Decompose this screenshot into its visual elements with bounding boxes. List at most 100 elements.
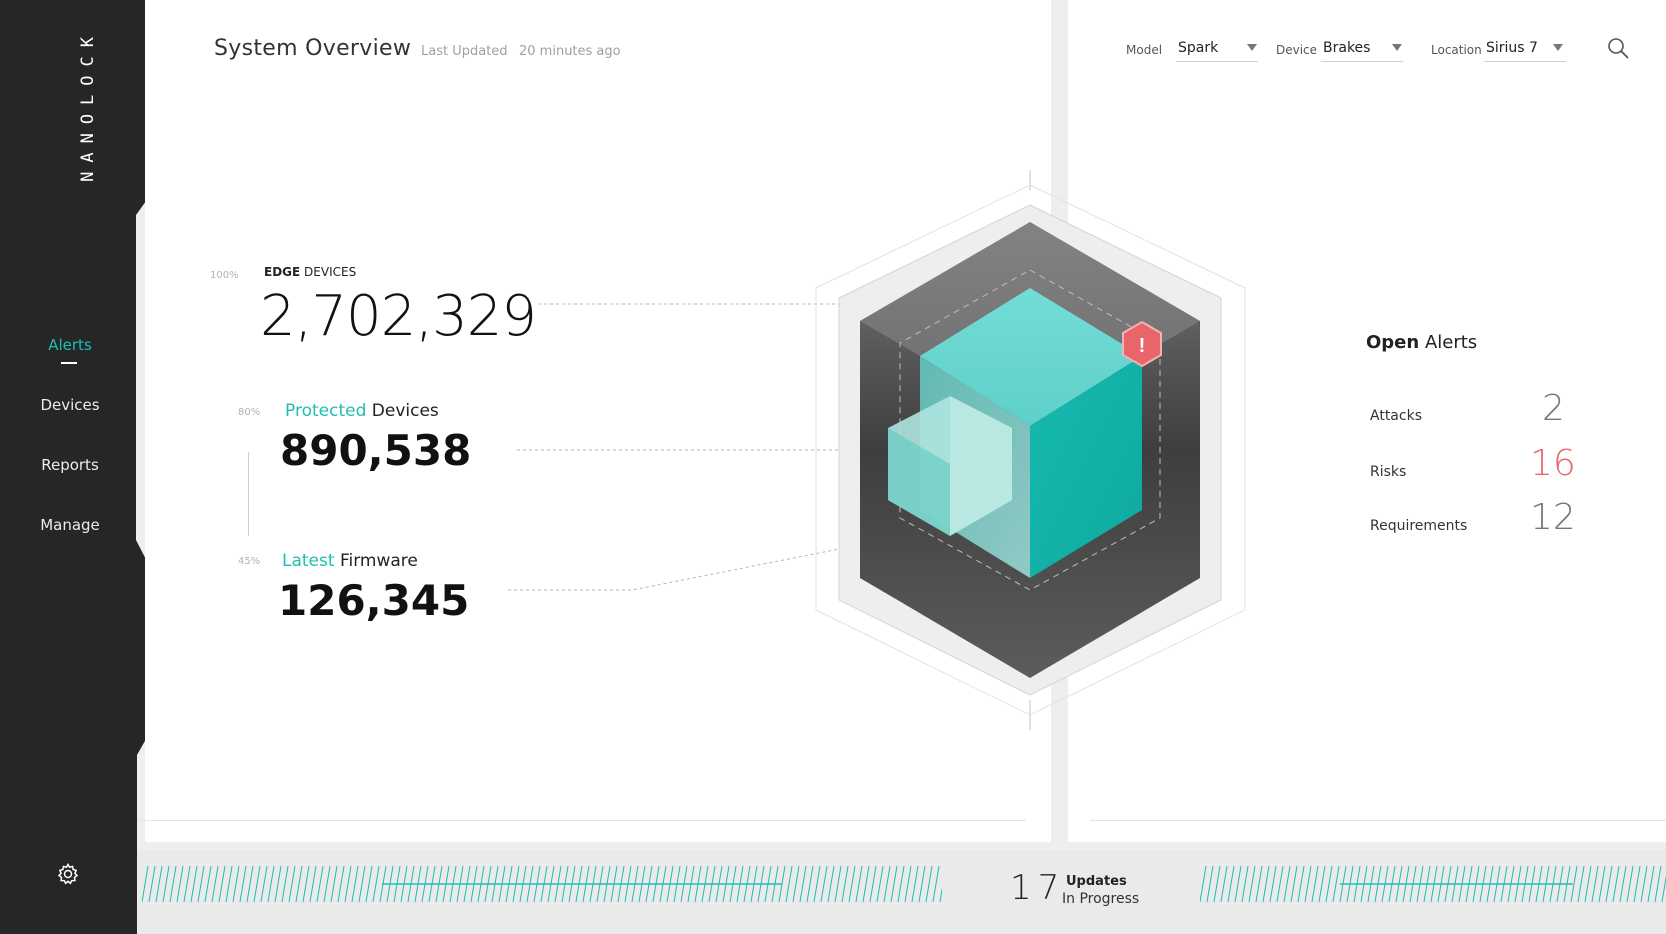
tick-mark (197, 866, 205, 903)
tick-mark (785, 866, 793, 903)
progress-ticks-right (1200, 866, 1666, 903)
tick-mark (813, 866, 821, 903)
alerts-title-bold: Open (1366, 332, 1420, 353)
updates-title: Updates (1066, 874, 1127, 889)
tick-mark (1325, 866, 1333, 903)
attacks-label[interactable]: Attacks (1370, 408, 1422, 424)
tick-mark (1626, 866, 1634, 903)
tick-mark (876, 866, 884, 903)
tick-mark (1206, 866, 1214, 903)
updates-subtitle: In Progress (1062, 891, 1140, 907)
alerts-title-rest: Alerts (1419, 332, 1478, 353)
tick-mark (1332, 866, 1340, 903)
tick-mark (1647, 866, 1655, 903)
tick-mark (1276, 866, 1284, 903)
tick-mark (792, 866, 800, 903)
tick-mark (155, 866, 163, 903)
tick-mark (1318, 866, 1326, 903)
tick-mark (911, 866, 919, 903)
tick-mark (225, 866, 233, 903)
tick-mark (834, 866, 842, 903)
tick-mark (1269, 866, 1277, 903)
risks-count[interactable]: 16 (1530, 443, 1576, 484)
tick-mark (939, 886, 942, 903)
tick-mark (239, 866, 247, 903)
warning-glyph: ! (1139, 335, 1146, 357)
tick-mark (799, 866, 807, 903)
tick-mark (1633, 866, 1641, 903)
tick-mark (246, 866, 254, 903)
tick-mark (918, 866, 926, 903)
tick-mark (862, 866, 870, 903)
tick-mark (827, 866, 835, 903)
tick-mark (365, 866, 373, 903)
tick-mark (344, 866, 352, 903)
open-alerts-title: Open Alerts (1366, 332, 1477, 353)
tick-mark (162, 866, 170, 903)
tick-mark (1262, 866, 1270, 903)
tick-mark (1605, 866, 1613, 903)
requirements-label[interactable]: Requirements (1370, 518, 1467, 534)
tick-mark (337, 866, 345, 903)
tick-mark (1255, 866, 1263, 903)
attacks-count[interactable]: 2 (1542, 388, 1565, 429)
tick-mark (848, 866, 856, 903)
tick-mark (1654, 866, 1662, 903)
tick-mark (190, 866, 198, 903)
tick-mark (1234, 866, 1242, 903)
tick-mark (309, 866, 317, 903)
tick-mark (253, 866, 261, 903)
tick-mark (267, 866, 275, 903)
risks-label[interactable]: Risks (1370, 464, 1406, 480)
tick-mark (897, 866, 905, 903)
tick-mark (142, 866, 149, 903)
tick-mark (281, 866, 289, 903)
tick-mark (1241, 866, 1249, 903)
tick-mark (358, 866, 366, 903)
tick-mark (232, 866, 240, 903)
tick-mark (841, 866, 849, 903)
tick-mark (890, 866, 898, 903)
tick-mark (323, 866, 331, 903)
tick-mark (1619, 866, 1627, 903)
tick-mark (148, 866, 156, 903)
tick-mark (1612, 866, 1620, 903)
tick-mark (1577, 866, 1585, 903)
tick-mark (925, 866, 933, 903)
tick-mark (1220, 866, 1228, 903)
tick-mark (183, 866, 191, 903)
requirements-count[interactable]: 12 (1530, 497, 1576, 538)
tick-mark (1591, 866, 1599, 903)
tick-mark (176, 866, 184, 903)
tick-mark (1200, 866, 1207, 903)
tick-mark (260, 866, 268, 903)
progress-ticks-left (142, 866, 942, 903)
tick-mark (1283, 866, 1291, 903)
tick-mark (1290, 866, 1298, 903)
tick-mark (316, 866, 324, 903)
updates-count: 17 (1010, 868, 1066, 908)
tick-mark (211, 866, 219, 903)
tick-mark (1248, 866, 1256, 903)
tick-mark (204, 866, 212, 903)
tick-mark (932, 866, 940, 903)
tick-mark (855, 866, 863, 903)
tick-mark (1227, 866, 1235, 903)
tick-mark (351, 866, 359, 903)
tick-mark (295, 866, 303, 903)
tick-mark (883, 866, 891, 903)
tick-mark (1311, 866, 1319, 903)
tick-mark (1304, 866, 1312, 903)
warning-badge-icon[interactable]: ! (1122, 320, 1162, 368)
tick-mark (218, 866, 226, 903)
tick-mark (1297, 866, 1305, 903)
tick-mark (169, 866, 177, 903)
tick-mark (806, 866, 814, 903)
tick-mark (372, 866, 380, 903)
device-cube-illustration: ! (815, 170, 1246, 730)
tick-mark (1661, 874, 1666, 903)
tick-mark (1640, 866, 1648, 903)
tick-mark (302, 866, 310, 903)
tick-mark (1213, 866, 1221, 903)
tick-mark (904, 866, 912, 903)
